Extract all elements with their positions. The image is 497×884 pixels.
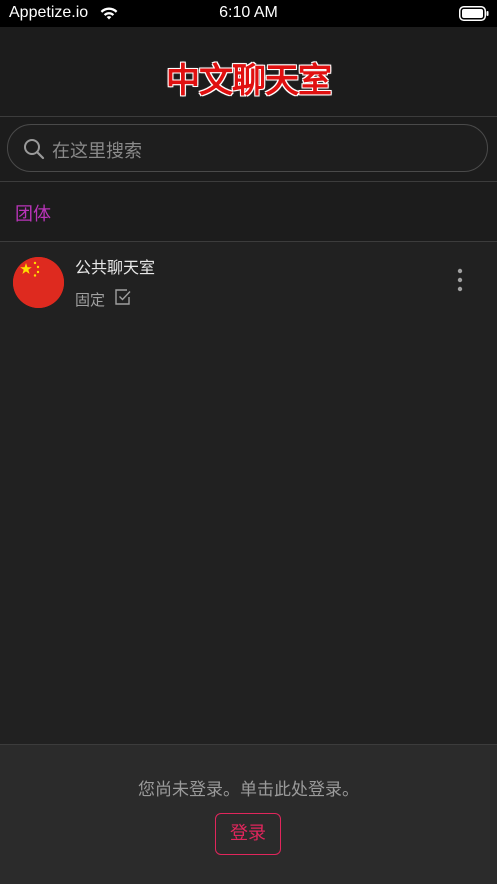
chat-name: 公共聊天室 xyxy=(75,258,156,277)
clock: 6:10 AM xyxy=(219,4,278,21)
chat-list-item[interactable]: 公共聊天室 固定 xyxy=(0,242,497,320)
login-prompt[interactable]: 您尚未登录。单击此处登录。 xyxy=(0,775,497,800)
section-title-groups: 团体 xyxy=(15,204,51,225)
more-options-icon[interactable] xyxy=(452,268,468,292)
status-bar: Appetize.io 6:10 AM xyxy=(0,0,497,27)
login-footer: 您尚未登录。单击此处登录。 登录 xyxy=(0,744,497,884)
search-input[interactable]: 在这里搜索 xyxy=(7,124,488,172)
search-placeholder: 在这里搜索 xyxy=(52,141,142,162)
search-area: 在这里搜索 xyxy=(0,117,497,182)
battery-icon xyxy=(459,6,489,21)
chat-pinned-label: 固定 xyxy=(75,291,106,309)
login-button[interactable]: 登录 xyxy=(215,813,281,855)
section-header: 团体 xyxy=(0,182,497,242)
title-bar: 中文聊天室 xyxy=(0,27,497,117)
search-icon xyxy=(24,139,45,160)
app-title: 中文聊天室 xyxy=(166,61,332,101)
china-flag-icon xyxy=(13,257,64,308)
checkbox-checked-icon xyxy=(115,289,131,305)
